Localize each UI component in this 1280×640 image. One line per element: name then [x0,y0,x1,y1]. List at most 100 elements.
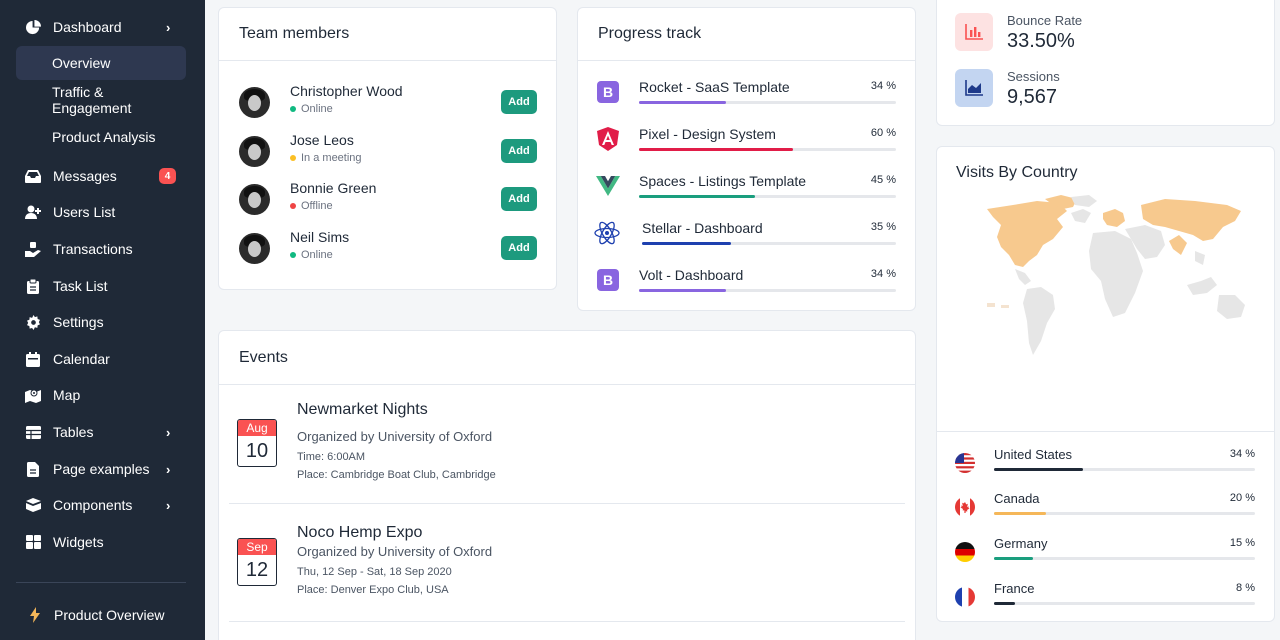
progress-item: Stellar - Dashboard 35 % [593,219,896,259]
country-percent: 34 % [1229,448,1255,460]
member-status: In a meeting [290,152,362,164]
team-member: Neil Sims Online Add [239,229,539,269]
country-percent: 8 % [1236,582,1255,594]
sidebar-item-product-overview[interactable]: Product Overview [20,598,190,632]
member-status: Online [290,103,333,115]
pie-chart-icon [24,18,42,36]
progress-fill [639,101,727,104]
archive-icon [24,496,42,514]
sidebar-item-components[interactable]: Components › [16,488,186,522]
add-button[interactable]: Add [501,236,537,260]
sidebar-item-dashboard[interactable]: Dashboard › [16,10,186,44]
events-title: Events [239,349,288,366]
lightning-icon [26,606,44,624]
event-item[interactable]: Aug 10 Newmarket Nights Organized by Uni… [237,399,897,499]
sidebar-item-calendar[interactable]: Calendar [16,342,186,376]
status-text: Offline [301,200,333,212]
sidebar-item-label: Messages [53,168,117,184]
stat-sessions: Sessions 9,567 [955,69,1215,113]
card-divider [937,431,1274,432]
country-row: United States 34 % [955,447,1255,483]
add-button[interactable]: Add [501,187,537,211]
member-name: Christopher Wood [290,83,403,99]
event-item[interactable]: Sep 12 Noco Hemp Expo Organized by Unive… [237,522,897,622]
team-members-title: Team members [239,25,350,42]
country-fill [994,468,1083,471]
sidebar-item-product-analysis[interactable]: Product Analysis [16,120,186,154]
sidebar-item-label: Product Overview [54,607,165,623]
event-month: Aug [238,420,276,436]
event-title: Noco Hemp Expo [297,524,423,541]
progress-fill [639,148,794,151]
area-chart-icon [955,69,993,107]
progress-item: Spaces - Listings Template 45 % [596,172,896,212]
add-button[interactable]: Add [501,139,537,163]
progress-bar [639,195,896,198]
us-flag-icon [955,453,975,473]
map-icon [24,386,42,404]
sidebar-item-map[interactable]: Map [16,378,186,412]
sidebar-item-messages[interactable]: Messages 4 [16,159,186,193]
sidebar-item-traffic[interactable]: Traffic & Engagement [16,83,186,117]
user-add-icon [24,203,42,221]
country-row: Canada 20 % [955,491,1255,527]
inbox-icon [24,167,42,185]
sidebar-item-tables[interactable]: Tables › [16,415,186,449]
event-dates: Thu, 12 Sep - Sat, 18 Sep 2020 [297,566,452,578]
progress-track-title: Progress track [598,25,702,42]
cash-icon [24,240,42,258]
progress-item: B Rocket - SaaS Template 34 % [596,78,896,118]
status-dot [290,252,296,258]
gear-icon [24,313,42,331]
add-button[interactable]: Add [501,90,537,114]
progress-percent: 35 % [870,221,896,233]
team-members-card: Team members Christopher Wood Online Add… [218,7,557,290]
sidebar-item-label: Tables [53,424,94,440]
vue-icon [596,174,620,198]
event-divider [229,503,905,504]
sidebar: Dashboard › Overview Traffic & Engagemen… [0,0,205,640]
sidebar-item-label: Task List [53,278,108,294]
sidebar-item-task-list[interactable]: Task List [16,269,186,303]
bar-chart-icon [955,13,993,51]
avatar [239,233,270,264]
stat-value: 33.50% [1007,30,1075,52]
status-text: Online [301,103,333,115]
messages-badge: 4 [159,168,176,184]
progress-fill [642,242,731,245]
sidebar-item-users-list[interactable]: Users List [16,195,186,229]
france-flag-icon [955,587,975,607]
react-icon [593,221,621,245]
member-status: Online [290,249,333,261]
progress-bar [642,242,896,245]
event-organizer: Organized by University of Oxford [297,544,493,559]
events-card: Events Aug 10 Newmarket Nights Organized… [218,330,916,640]
event-date: Aug 10 [237,419,277,467]
status-dot [290,106,296,112]
team-member: Bonnie Green Offline Add [239,180,539,220]
progress-name: Spaces - Listings Template [639,173,807,189]
sidebar-item-overview[interactable]: Overview [16,46,186,80]
stat-label: Bounce Rate [1007,13,1083,28]
avatar [239,87,270,118]
member-name: Neil Sims [290,229,350,245]
sidebar-item-label: Map [53,387,81,403]
svg-text:B: B [603,272,613,288]
chevron-right-icon: › [166,19,171,35]
event-divider [229,621,905,622]
progress-name: Stellar - Dashboard [642,220,763,236]
world-map[interactable] [965,195,1265,385]
progress-fill [639,195,755,198]
sidebar-item-label: Page examples [53,461,150,477]
avatar [239,184,270,215]
sidebar-item-page-examples[interactable]: Page examples › [16,452,186,486]
stats-card: Bounce Rate 33.50% Sessions 9,567 [936,0,1275,126]
sidebar-item-transactions[interactable]: Transactions [16,232,186,266]
sidebar-item-label: Settings [53,314,104,330]
event-place: Place: Denver Expo Club, USA [297,584,449,596]
progress-percent: 34 % [870,268,896,280]
member-name: Jose Leos [290,132,354,148]
visits-by-country-card: Visits By Country United States 34 % Can… [936,146,1275,622]
sidebar-item-settings[interactable]: Settings [16,305,186,339]
sidebar-item-widgets[interactable]: Widgets [16,525,186,559]
